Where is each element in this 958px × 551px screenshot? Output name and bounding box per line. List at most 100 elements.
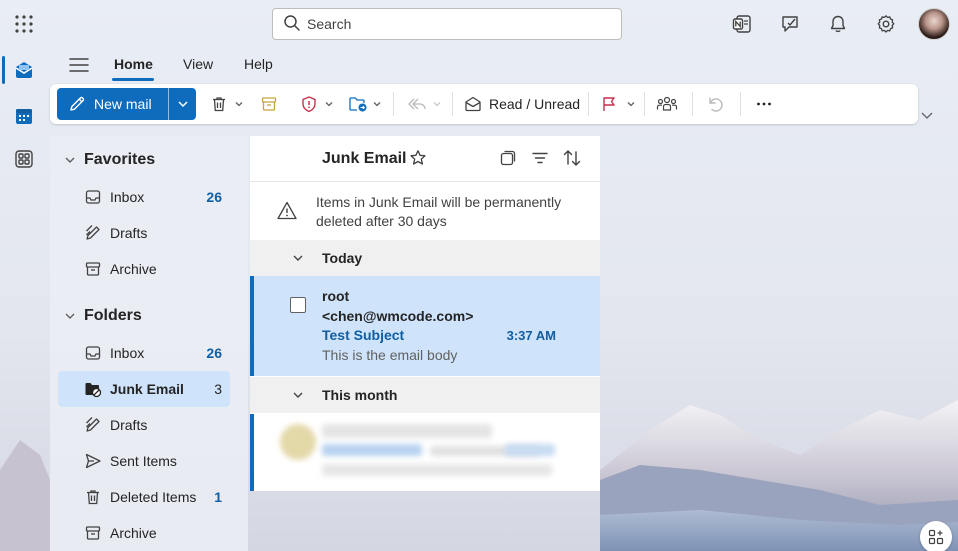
mail-app-icon[interactable]	[12, 58, 36, 82]
move-to-button[interactable]	[348, 92, 382, 116]
calendar-app-icon[interactable]	[12, 104, 36, 128]
search-input[interactable]	[307, 16, 607, 32]
tab-view[interactable]: View	[183, 56, 213, 72]
folder-pane: Favorites Inbox 26 Drafts Archive Folder…	[50, 136, 248, 551]
unread-count: 1	[214, 489, 222, 505]
reply-all-icon	[408, 98, 426, 110]
search-box[interactable]	[272, 8, 622, 40]
delete-button[interactable]	[210, 92, 244, 116]
warning-icon	[277, 201, 297, 220]
flag-icon	[603, 97, 615, 111]
redacted-avatar	[280, 424, 316, 460]
message-row[interactable]: root <chen@wmcode.com> Test Subject 3:37…	[250, 276, 600, 376]
flag-button[interactable]	[600, 92, 636, 116]
report-button[interactable]	[300, 92, 334, 116]
message-list: Junk Email Items in Junk Email will be p…	[250, 136, 600, 491]
chevron-down-icon	[325, 102, 333, 107]
folder-item-sent-items[interactable]: Sent Items	[58, 443, 230, 479]
read-unread-button[interactable]: Read / Unread	[464, 92, 580, 116]
envelope-open-icon	[465, 96, 481, 112]
tab-home[interactable]: Home	[114, 56, 153, 72]
new-mail-dropdown[interactable]	[169, 88, 196, 120]
reply-all-button[interactable]	[406, 92, 442, 116]
item-count: 3	[214, 381, 222, 397]
favorites-item-inbox[interactable]: Inbox 26	[58, 179, 230, 215]
redacted-subject	[322, 444, 422, 456]
more-options-button[interactable]	[755, 92, 773, 116]
select-mode-icon[interactable]	[498, 148, 518, 168]
tab-help[interactable]: Help	[244, 56, 273, 72]
user-avatar[interactable]	[918, 8, 950, 40]
chevron-down-icon	[433, 102, 441, 107]
new-mail-label: New mail	[94, 96, 152, 112]
folder-name: Deleted Items	[110, 489, 197, 505]
folder-move-icon	[349, 97, 367, 112]
undo-button[interactable]	[706, 92, 724, 116]
folder-name: Drafts	[110, 225, 148, 241]
unread-count: 26	[206, 189, 222, 205]
redacted-time	[505, 444, 555, 456]
group-header-today[interactable]: Today	[250, 240, 600, 276]
favorites-header[interactable]: Favorites	[64, 151, 155, 169]
inbox-icon	[84, 188, 102, 206]
trash-icon	[213, 97, 225, 112]
message-select-checkbox[interactable]	[290, 297, 306, 313]
groups-button[interactable]	[656, 92, 678, 116]
chevron-down-icon	[65, 157, 75, 163]
group-header-this-month[interactable]: This month	[250, 377, 600, 413]
archive-button[interactable]	[260, 92, 278, 116]
folders-header[interactable]: Folders	[64, 307, 142, 325]
message-subject: Test Subject	[322, 327, 405, 343]
chevron-down-icon	[177, 101, 188, 108]
folder-item-deleted-items[interactable]: Deleted Items 1	[58, 479, 230, 515]
settings-gear-icon[interactable]	[875, 13, 897, 35]
add-widget-button[interactable]	[920, 521, 952, 551]
top-bar	[0, 0, 958, 48]
toolbar-divider	[740, 92, 741, 116]
hamburger-menu-icon[interactable]	[68, 55, 90, 75]
chevron-down-icon	[65, 313, 75, 319]
filter-icon[interactable]	[530, 148, 550, 168]
message-list-header: Junk Email	[250, 136, 600, 180]
message-sender: root	[322, 288, 350, 304]
onenote-icon[interactable]	[731, 13, 753, 35]
notice-text: Items in Junk Email will be permanently …	[316, 194, 562, 229]
drafts-icon	[84, 224, 102, 242]
archive-icon	[84, 260, 102, 278]
ribbon-expand-chevron-icon[interactable]	[920, 108, 934, 120]
favorites-item-archive[interactable]: Archive	[58, 251, 230, 287]
toolbar-divider	[644, 92, 645, 116]
folder-name: Junk Email	[110, 381, 184, 397]
folder-title: Junk Email	[322, 150, 407, 167]
folder-name: Sent Items	[110, 453, 177, 469]
folder-item-archive[interactable]: Archive	[58, 515, 230, 551]
folder-name: Inbox	[110, 345, 145, 361]
folder-name: Drafts	[110, 417, 148, 433]
shield-report-icon	[302, 96, 316, 113]
group-label: This month	[322, 387, 398, 403]
rail-active-indicator	[2, 56, 5, 84]
new-mail-split-button: New mail	[57, 88, 196, 120]
undo-icon	[709, 97, 723, 112]
search-icon	[283, 14, 301, 35]
archive-icon	[84, 524, 102, 542]
toolbar-divider	[692, 92, 693, 116]
notifications-bell-icon[interactable]	[827, 13, 849, 35]
archive-icon	[261, 97, 277, 111]
folder-item-inbox[interactable]: Inbox 26	[58, 335, 230, 371]
feedback-icon[interactable]	[779, 13, 801, 35]
sort-icon[interactable]	[562, 148, 582, 168]
app-launcher-icon[interactable]	[14, 14, 34, 34]
message-row-redacted[interactable]	[250, 414, 600, 491]
ribbon-toolbar: New mail Read / Unread	[50, 84, 918, 124]
favorite-star-icon[interactable]	[408, 148, 428, 168]
more-apps-icon[interactable]	[12, 147, 36, 171]
chevron-down-icon	[293, 392, 303, 398]
chevron-down-icon	[235, 102, 243, 107]
folder-item-drafts[interactable]: Drafts	[58, 407, 230, 443]
folder-item-junk-email[interactable]: Junk Email 3	[58, 371, 230, 407]
new-mail-button[interactable]: New mail	[57, 88, 168, 120]
redacted-preview	[322, 464, 552, 476]
send-icon	[84, 452, 102, 470]
favorites-item-drafts[interactable]: Drafts	[58, 215, 230, 251]
